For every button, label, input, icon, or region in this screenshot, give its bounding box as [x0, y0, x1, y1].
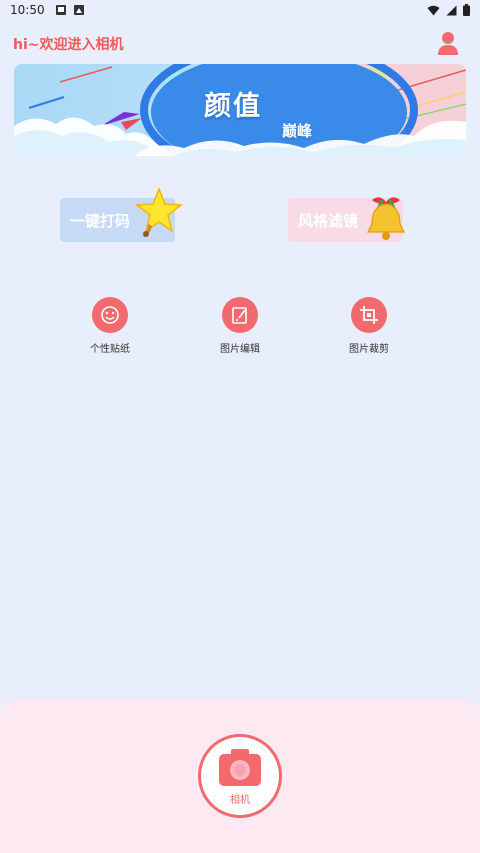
- status-time: 10:50: [10, 3, 45, 17]
- tool-crop-button[interactable]: [351, 297, 387, 333]
- banner-subtitle: 巅峰: [282, 122, 313, 140]
- camera-button[interactable]: 相机: [198, 734, 282, 818]
- page-title: hi~欢迎进入相机: [13, 37, 124, 53]
- camera-icon: [219, 748, 261, 786]
- golden-bell-icon: [367, 197, 405, 240]
- camera-label: 相机: [230, 794, 250, 806]
- photo-notification-icon: [73, 5, 84, 15]
- banner-title: 颜值: [204, 91, 262, 122]
- tool-crop[interactable]: 图片裁剪: [329, 297, 409, 355]
- star-bell-icon: [134, 186, 184, 237]
- wifi-icon: [427, 5, 440, 15]
- mosaic-card-label: 一键打码: [70, 211, 131, 230]
- signal-icon: [446, 5, 457, 15]
- tool-edit-label: 图片编辑: [220, 344, 260, 355]
- gallery-notification-icon: [55, 5, 66, 15]
- tool-stickers-button[interactable]: [92, 297, 128, 333]
- filter-card-label: 风格滤镜: [298, 211, 359, 230]
- status-bar: 10:50: [0, 0, 480, 20]
- tool-stickers-label: 个性贴纸: [90, 344, 130, 355]
- battery-icon: [463, 4, 470, 16]
- edit-document-icon: [232, 307, 247, 324]
- tool-edit-button[interactable]: [222, 297, 258, 333]
- tool-stickers[interactable]: 个性贴纸: [70, 297, 150, 355]
- user-icon[interactable]: [437, 30, 459, 56]
- smiley-sticker-icon: [101, 306, 119, 324]
- tool-crop-label: 图片裁剪: [349, 344, 389, 355]
- crop-icon: [360, 306, 378, 324]
- promo-banner[interactable]: 颜值 巅峰: [14, 64, 466, 156]
- tool-edit[interactable]: 图片编辑: [200, 297, 280, 355]
